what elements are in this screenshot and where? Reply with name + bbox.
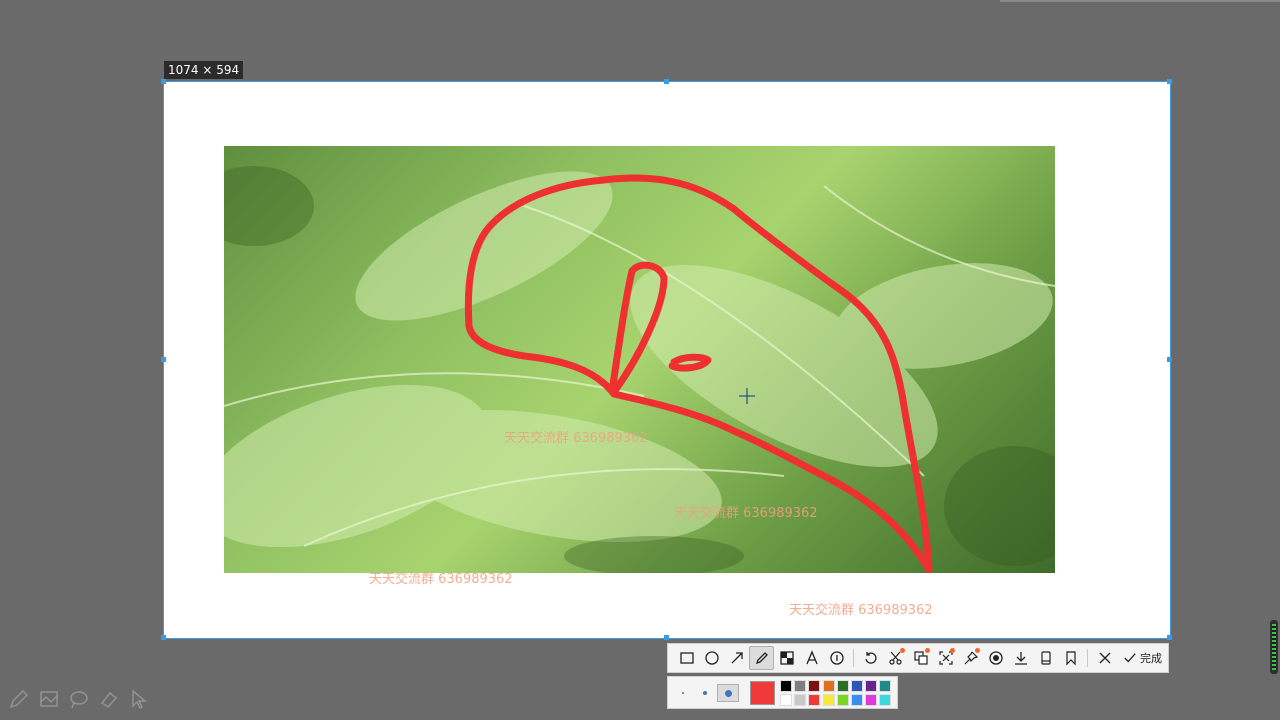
mosaic-icon — [779, 651, 794, 665]
color-swatch[interactable] — [865, 694, 878, 706]
color-swatch[interactable] — [836, 694, 849, 706]
resize-handle-top-left[interactable] — [161, 79, 166, 84]
pencil-icon — [9, 689, 29, 709]
color-swatch[interactable] — [822, 680, 835, 692]
capture-selection[interactable]: 天天交流群 636989362 天天交流群 636989362 天天交流群 63… — [161, 79, 1172, 640]
long-screenshot-tool[interactable] — [1033, 646, 1058, 670]
top-edge-strip — [1000, 0, 1280, 2]
color-swatch[interactable] — [794, 694, 807, 706]
level-bar — [1272, 624, 1276, 670]
resize-handle-bottom[interactable] — [664, 635, 669, 640]
pen-tool[interactable] — [749, 646, 774, 670]
resize-handle-left[interactable] — [161, 357, 166, 362]
color-swatch[interactable] — [879, 694, 892, 706]
watermark-text: 天天交流群 636989362 — [674, 506, 818, 521]
arrow-icon — [731, 652, 743, 664]
pin-tool[interactable] — [958, 646, 983, 670]
watermark-text: 天天交流群 636989362 — [789, 603, 933, 618]
notification-dot — [950, 648, 955, 653]
number-tool[interactable] — [824, 646, 849, 670]
rectangle-icon — [679, 652, 694, 664]
color-swatch[interactable] — [851, 680, 863, 692]
text-tool[interactable] — [799, 646, 824, 670]
undo-tool[interactable] — [858, 646, 883, 670]
watermark-text: 天天交流群 636989362 — [369, 572, 513, 587]
color-swatch[interactable] — [865, 680, 878, 692]
crop-tool[interactable] — [933, 646, 958, 670]
done-label: 完成 — [1140, 653, 1162, 665]
toolbar-divider — [1087, 649, 1088, 667]
selection-size-label: 1074 × 594 — [164, 61, 244, 79]
resize-handle-right[interactable] — [1167, 357, 1172, 362]
lasso-icon — [70, 691, 88, 709]
current-color-swatch[interactable] — [750, 681, 775, 705]
copy-tool[interactable] — [908, 646, 933, 670]
scissors-tool[interactable] — [883, 646, 908, 670]
mosaic-tool[interactable] — [774, 646, 799, 670]
done-button[interactable]: 完成 — [1123, 650, 1162, 666]
bookmark-icon — [1065, 651, 1076, 666]
close-icon — [1099, 652, 1110, 664]
resize-handle-bottom-left[interactable] — [161, 635, 166, 640]
background-drawing-tools — [8, 688, 150, 710]
fern-illustration — [224, 166, 1055, 573]
pointer-icon — [132, 689, 148, 710]
save-tool[interactable] — [1008, 646, 1033, 670]
bookmark-tool[interactable] — [1058, 646, 1083, 670]
resize-handle-bottom-right[interactable] — [1167, 635, 1172, 640]
notification-dot — [900, 648, 905, 653]
pen-size-large[interactable] — [717, 684, 739, 702]
rectangle-tool[interactable] — [674, 646, 699, 670]
color-swatch[interactable] — [780, 694, 792, 706]
pen-size-medium[interactable] — [694, 684, 716, 702]
color-swatch[interactable] — [836, 680, 849, 692]
image-icon — [40, 691, 58, 707]
fern-photo — [224, 146, 1055, 573]
number-icon — [829, 651, 844, 665]
scroll-indicator[interactable] — [1270, 620, 1278, 674]
notification-dot — [975, 648, 980, 653]
phone-icon — [1040, 651, 1051, 665]
color-swatch[interactable] — [808, 680, 821, 692]
pen-icon — [755, 652, 768, 665]
ellipse-icon — [704, 651, 719, 665]
arrow-tool[interactable] — [724, 646, 749, 670]
color-swatch[interactable] — [808, 694, 821, 706]
undo-icon — [864, 652, 877, 664]
check-icon — [1124, 653, 1136, 663]
record-tool[interactable] — [983, 646, 1008, 670]
pen-size-small[interactable] — [672, 684, 694, 702]
color-swatch[interactable] — [879, 680, 892, 692]
color-swatch[interactable] — [780, 680, 792, 692]
resize-handle-top[interactable] — [664, 79, 669, 84]
ellipse-tool[interactable] — [699, 646, 724, 670]
color-swatch[interactable] — [794, 680, 807, 692]
annotation-toolbar: 完成 — [667, 643, 1169, 673]
pen-palette — [667, 676, 898, 709]
record-icon — [988, 651, 1003, 665]
cancel-button[interactable] — [1092, 646, 1117, 670]
eraser-icon — [100, 691, 118, 708]
notification-dot — [925, 648, 930, 653]
download-icon — [1014, 652, 1027, 665]
text-icon — [805, 650, 818, 665]
watermark-text: 天天交流群 636989362 — [504, 431, 648, 446]
resize-handle-top-right[interactable] — [1167, 79, 1172, 84]
toolbar-divider — [853, 649, 854, 667]
color-swatch[interactable] — [822, 694, 835, 706]
color-swatch[interactable] — [851, 694, 863, 706]
